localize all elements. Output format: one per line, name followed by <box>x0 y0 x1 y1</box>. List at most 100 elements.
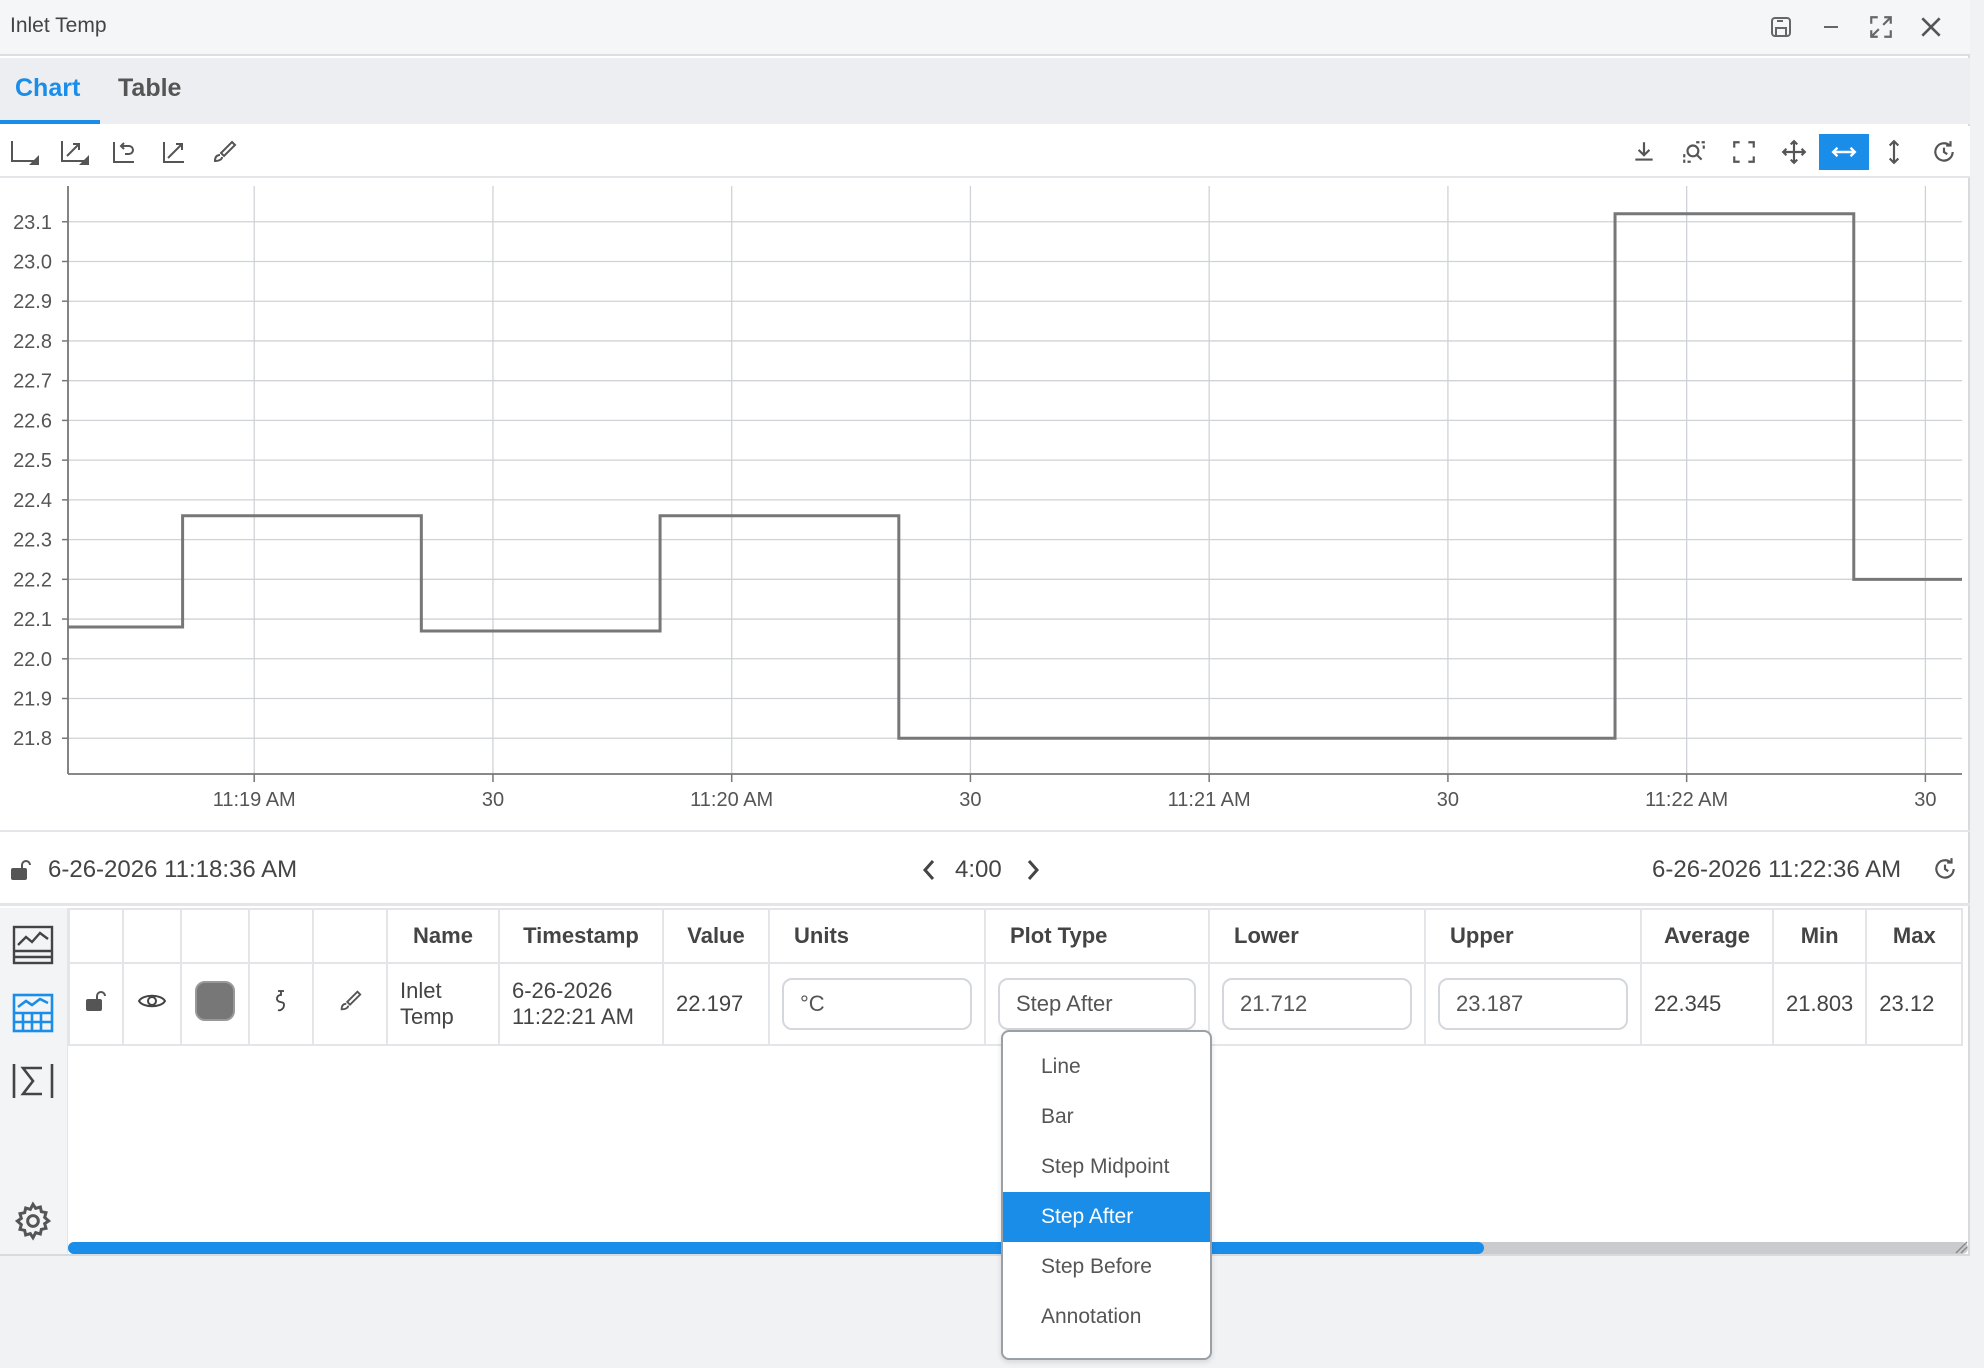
tab-chart[interactable]: Chart <box>15 74 80 103</box>
axis-expand-icon[interactable] <box>58 134 94 170</box>
chart-plot-area[interactable]: 21.8 21.9 22.0 22.1 22.2 22.3 22.4 22.5 22.6 22.7… <box>0 180 1970 830</box>
upper-input[interactable]: 23.187 <box>1438 978 1628 1030</box>
title-bar: Inlet Temp <box>0 0 1970 56</box>
chart-panel-icon[interactable] <box>10 922 56 968</box>
row-name-cell: Inlet Temp <box>386 962 500 1046</box>
row-timestamp-line1: 6-26-2026 <box>512 978 613 1003</box>
scrollbar-thumb[interactable] <box>68 1242 1484 1254</box>
color-swatch[interactable] <box>195 981 235 1021</box>
horizontal-zoom-icon[interactable] <box>1819 134 1869 170</box>
eye-icon[interactable] <box>137 993 167 1018</box>
row-units-cell: °C <box>768 962 986 1046</box>
y-tick-label: 22.8 <box>13 331 52 353</box>
col-header-value[interactable]: Value <box>662 908 770 964</box>
trend-icon[interactable] <box>156 134 192 170</box>
dropdown-option-step-before[interactable]: Step Before <box>1003 1242 1210 1292</box>
tab-table[interactable]: Table <box>118 74 181 103</box>
col-header-max[interactable]: Max <box>1865 908 1964 964</box>
row-timestamp-cell: 6-26-2026 11:22:21 AM <box>498 962 664 1046</box>
dropdown-option-step-midpoint[interactable]: Step Midpoint <box>1003 1142 1210 1192</box>
col-header-plot-type[interactable]: Plot Type <box>984 908 1210 964</box>
col-header-axis <box>248 908 314 964</box>
time-range-bar: 6-26-2026 11:18:36 AM 4:00 6-26-2026 11:… <box>0 830 1970 906</box>
table-panel-icon[interactable] <box>10 990 56 1036</box>
col-header-name[interactable]: Name <box>386 908 500 964</box>
y-tick-label: 23.1 <box>13 212 52 234</box>
tab-bar: Chart Table <box>0 58 1970 124</box>
maximize-icon[interactable] <box>1864 10 1898 44</box>
col-header-upper[interactable]: Upper <box>1424 908 1642 964</box>
minimize-icon[interactable] <box>1814 10 1848 44</box>
row-style-cell <box>312 962 388 1046</box>
reset-time-icon[interactable] <box>1932 856 1958 887</box>
download-icon[interactable] <box>1626 134 1662 170</box>
row-axis-cell <box>248 962 314 1046</box>
y-tick-label: 23.0 <box>13 251 52 273</box>
col-header-visibility <box>122 908 182 964</box>
col-header-lock <box>68 908 124 964</box>
chevron-left-icon[interactable] <box>918 856 942 889</box>
range-duration[interactable]: 4:00 <box>955 856 1002 884</box>
x-tick-label: 30 <box>1914 789 1936 811</box>
col-header-color <box>180 908 250 964</box>
row-average: 22.345 <box>1640 962 1774 1046</box>
y-tick-label: 22.9 <box>13 291 52 313</box>
col-header-lower[interactable]: Lower <box>1208 908 1426 964</box>
col-header-style <box>312 908 388 964</box>
row-name-line2: Temp <box>400 1004 454 1029</box>
window-title: Inlet Temp <box>10 14 107 37</box>
lower-input[interactable]: 21.712 <box>1222 978 1412 1030</box>
close-icon[interactable] <box>1914 10 1948 44</box>
series-line <box>68 212 1962 740</box>
col-header-units[interactable]: Units <box>768 908 986 964</box>
trend-chart[interactable]: 21.8 21.9 22.0 22.1 22.2 22.3 22.4 22.5 22.6 22.7… <box>0 180 1970 830</box>
axis-autoscale-icon[interactable] <box>8 134 44 170</box>
range-end[interactable]: 6-26-2026 11:22:36 AM <box>1652 856 1901 884</box>
resize-grip-icon[interactable] <box>1952 1238 1968 1259</box>
axis-assign-icon[interactable] <box>271 990 291 1020</box>
row-value: 22.197 <box>662 962 770 1046</box>
row-visibility-cell <box>122 962 182 1046</box>
dropdown-option-line[interactable]: Line <box>1003 1042 1210 1092</box>
pan-icon[interactable] <box>1776 134 1812 170</box>
dropdown-option-step-after[interactable]: Step After <box>1003 1192 1210 1242</box>
col-header-min[interactable]: Min <box>1771 908 1868 964</box>
row-max: 23.12 <box>1865 962 1964 1046</box>
active-tab-indicator <box>0 120 100 124</box>
zoom-box-icon[interactable] <box>1676 134 1712 170</box>
x-tick-label: 11:19 AM <box>213 789 296 811</box>
trend-window: Inlet Temp Chart Table 21.8 21.9 22.0 22… <box>0 0 1970 1256</box>
plot-type-select[interactable]: Step After <box>998 978 1196 1030</box>
brush-icon[interactable] <box>337 990 363 1019</box>
x-tick-label: 11:22 AM <box>1645 789 1728 811</box>
reset-icon[interactable] <box>1926 134 1962 170</box>
col-header-average[interactable]: Average <box>1640 908 1774 964</box>
brush-icon[interactable] <box>206 134 242 170</box>
y-tick-label: 21.8 <box>13 728 52 750</box>
units-input[interactable]: °C <box>782 978 972 1030</box>
fit-screen-icon[interactable] <box>1726 134 1762 170</box>
row-min: 21.803 <box>1771 962 1868 1046</box>
side-panel <box>0 908 68 1254</box>
x-tick-label: 11:21 AM <box>1168 789 1251 811</box>
undo-zoom-icon[interactable] <box>106 134 142 170</box>
row-name-line1: Inlet <box>400 978 442 1003</box>
y-tick-label: 22.2 <box>13 569 52 591</box>
sigma-icon[interactable] <box>10 1058 56 1104</box>
range-start[interactable]: 6-26-2026 11:18:36 AM <box>48 856 297 884</box>
chevron-right-icon[interactable] <box>1020 856 1044 889</box>
unlock-icon[interactable] <box>9 858 33 887</box>
row-color-cell <box>180 962 250 1046</box>
y-tick-label: 22.6 <box>13 410 52 432</box>
dropdown-option-annotation[interactable]: Annotation <box>1003 1292 1210 1342</box>
y-tick-label: 22.1 <box>13 609 52 631</box>
unlock-icon[interactable] <box>84 991 108 1018</box>
save-icon[interactable] <box>1764 10 1798 44</box>
row-lower-cell: 21.712 <box>1208 962 1426 1046</box>
settings-icon[interactable] <box>10 1198 56 1244</box>
y-tick-label: 21.9 <box>13 689 52 711</box>
col-header-timestamp[interactable]: Timestamp <box>498 908 664 964</box>
vertical-zoom-icon[interactable] <box>1876 134 1912 170</box>
dropdown-option-bar[interactable]: Bar <box>1003 1092 1210 1142</box>
x-tick-label: 30 <box>959 789 981 811</box>
